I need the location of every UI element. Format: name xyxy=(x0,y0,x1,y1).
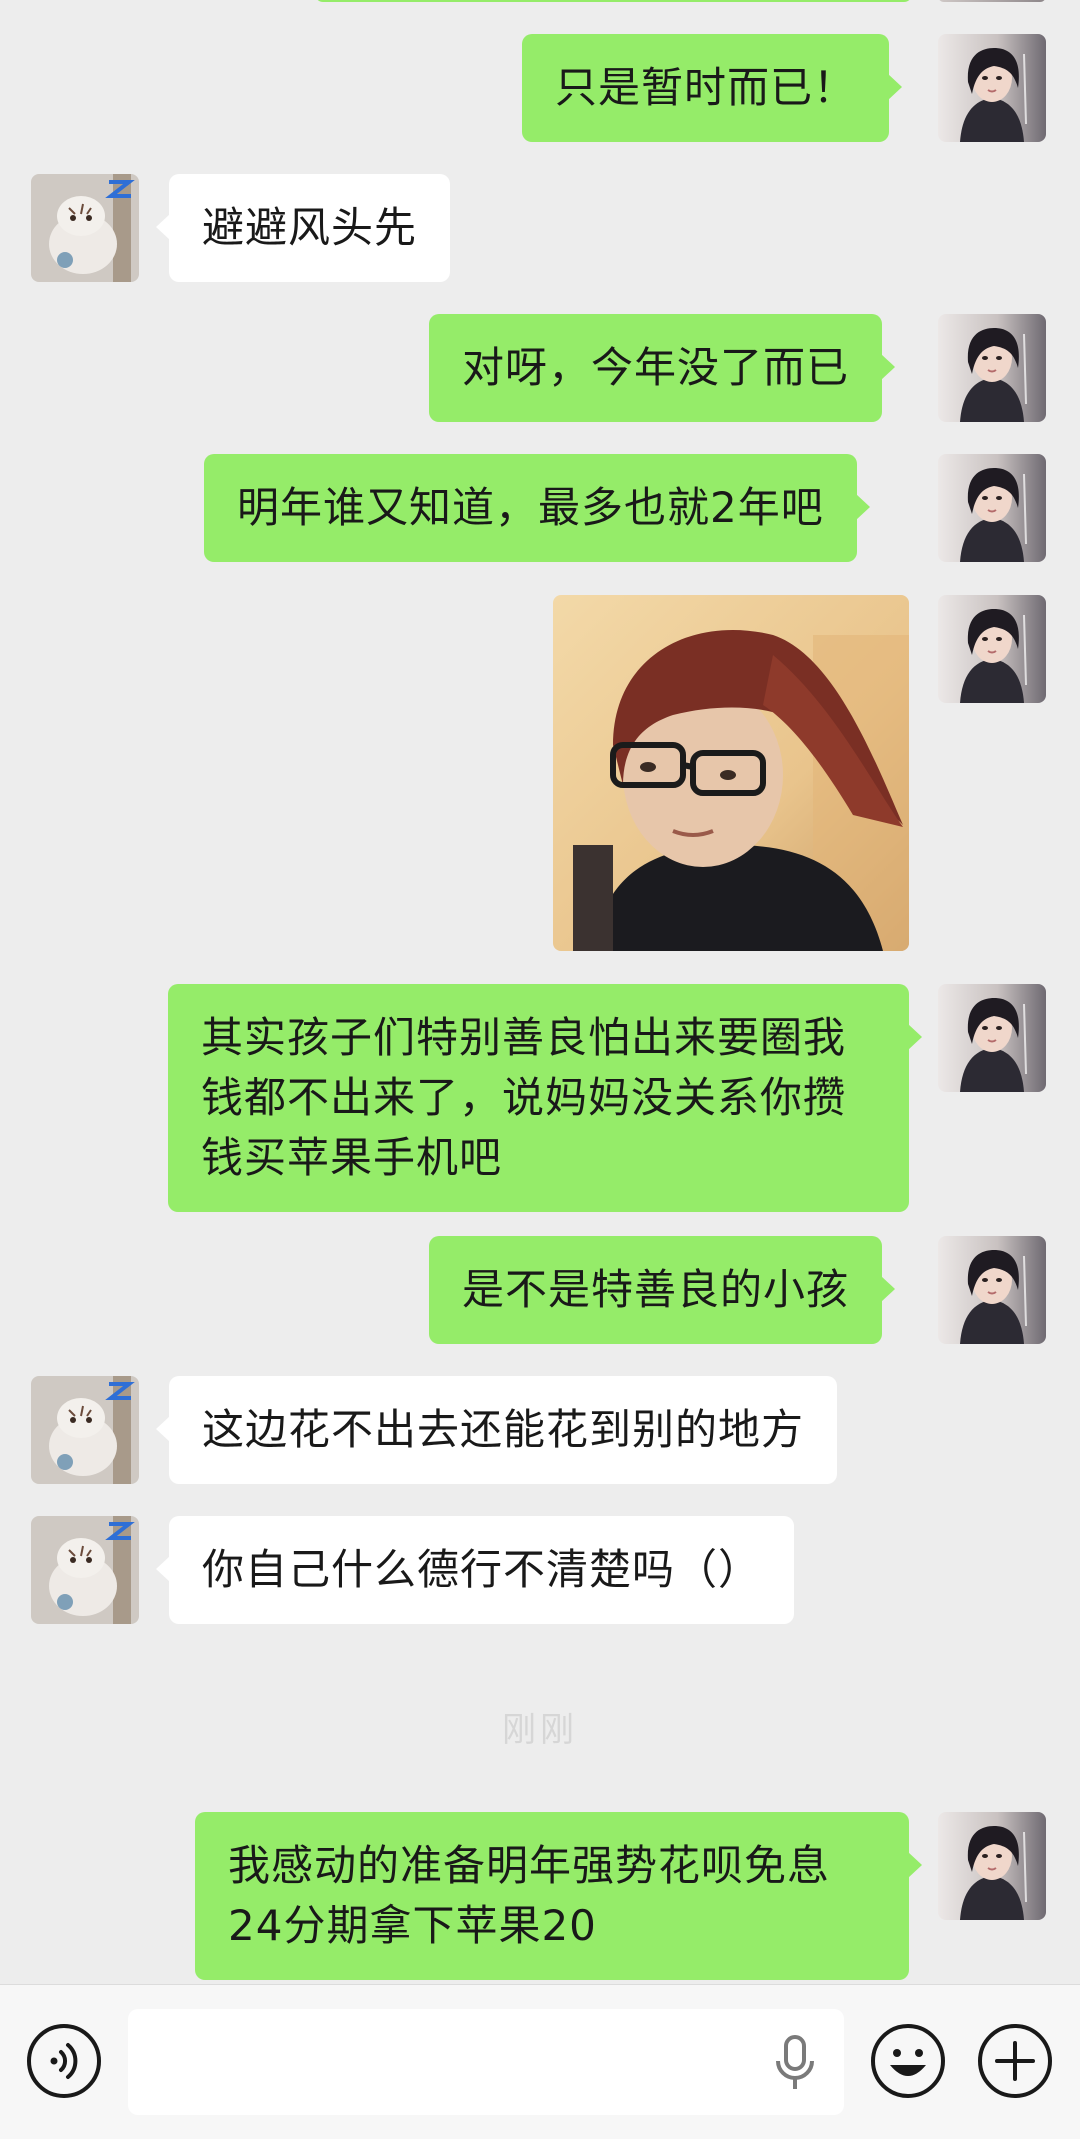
message-text: 是不是特善良的小孩 xyxy=(462,1265,850,1314)
message-text: 避避风头先 xyxy=(202,203,418,252)
my-message-bubble[interactable]: 只是暂时而已！ xyxy=(522,34,903,142)
cut-off-message-bubble xyxy=(315,0,912,2)
message-text: 这边花不出去还能花到别的地方 xyxy=(202,1405,805,1454)
message-text: 你自己什么德行不清楚吗（） xyxy=(202,1545,762,1594)
input-bar xyxy=(0,1984,1080,2139)
my-message-bubble[interactable]: 对呀，今年没了而已 xyxy=(429,314,896,422)
friend-message-bubble[interactable]: 这边花不出去还能花到别的地方 xyxy=(155,1376,838,1484)
message-text: 明年谁又知道，最多也就2年吧 xyxy=(237,483,824,532)
my-avatar[interactable] xyxy=(938,595,1046,703)
message-text: 对呀，今年没了而已 xyxy=(462,343,850,392)
my-message-bubble[interactable]: 其实孩子们特别善良怕出来要圈我 钱都不出来了，说妈妈没关系你攒 钱买苹果手机吧 xyxy=(168,984,922,1212)
voice-mode-icon[interactable] xyxy=(24,2021,104,2101)
plus-icon[interactable] xyxy=(975,2021,1055,2101)
emoji-icon[interactable] xyxy=(868,2021,948,2101)
my-message-bubble[interactable]: 是不是特善良的小孩 xyxy=(429,1236,896,1344)
my-avatar[interactable] xyxy=(938,314,1046,422)
faded-timestamp: 刚刚 xyxy=(502,1710,578,1750)
message-line: 钱买苹果手机吧 xyxy=(201,1133,503,1182)
friend-avatar[interactable] xyxy=(31,174,139,282)
friend-avatar[interactable] xyxy=(31,1516,139,1624)
message-line: 24分期拿下苹果20 xyxy=(228,1901,597,1950)
my-avatar[interactable] xyxy=(938,984,1046,1092)
chat-area[interactable]: 只是暂时而已！ 避避风头先 对呀，今年没了而已 明年谁又知道，最多也就2年吧 其… xyxy=(0,0,1080,1984)
my-avatar[interactable] xyxy=(938,34,1046,142)
my-message-bubble[interactable]: 我感动的准备明年强势花呗免息 24分期拿下苹果20 xyxy=(195,1812,922,1980)
my-avatar[interactable] xyxy=(938,454,1046,562)
my-message-bubble[interactable]: 明年谁又知道，最多也就2年吧 xyxy=(204,454,870,562)
message-line: 我感动的准备明年强势花呗免息 xyxy=(228,1841,831,1890)
microphone-icon[interactable] xyxy=(770,2033,820,2093)
my-avatar[interactable] xyxy=(938,1812,1046,1920)
friend-avatar[interactable] xyxy=(31,1376,139,1484)
friend-message-bubble[interactable]: 避避风头先 xyxy=(155,174,451,282)
message-input[interactable] xyxy=(128,2009,844,2115)
message-text: 只是暂时而已！ xyxy=(555,63,857,112)
message-line: 其实孩子们特别善良怕出来要圈我 xyxy=(201,1013,847,1062)
message-line: 钱都不出来了，说妈妈没关系你攒 xyxy=(201,1073,847,1122)
sticker-image[interactable] xyxy=(553,595,909,951)
cut-off-my-avatar xyxy=(938,0,1046,2)
friend-message-bubble[interactable]: 你自己什么德行不清楚吗（） xyxy=(155,1516,795,1624)
my-avatar[interactable] xyxy=(938,1236,1046,1344)
